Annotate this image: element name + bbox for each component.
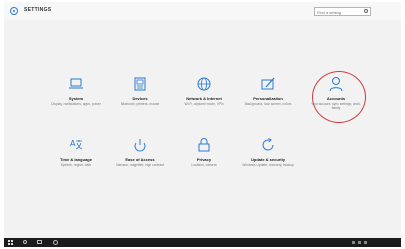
search-input[interactable] [317, 9, 365, 15]
tile-description: Speech, region, date [60, 163, 92, 167]
personalization-icon [261, 77, 275, 90]
network-icon[interactable] [352, 241, 355, 244]
update-icon [262, 138, 274, 151]
title-bar: SETTINGS [4, 2, 401, 20]
person-icon [329, 77, 343, 92]
tile-personalization[interactable]: Personalization Background, lock screen,… [242, 76, 294, 106]
tile-label: Privacy [196, 157, 212, 162]
tile-label: Network & Internet [186, 96, 222, 101]
tile-network-internet[interactable]: Network & Internet Wi-Fi, airplane mode,… [178, 76, 230, 106]
tile-description: Bluetooth, printers, mouse [120, 102, 160, 106]
tile-label: System [68, 96, 84, 101]
tile-description: Windows Update, recovery, backup [242, 163, 294, 167]
gear-icon[interactable] [53, 240, 58, 245]
tile-ease-of-access[interactable]: Ease of Access Narrator, magnifier, high… [114, 137, 166, 167]
svg-text:A: A [70, 139, 76, 148]
tile-label: Update & security [250, 157, 285, 162]
windows-start-icon[interactable] [8, 240, 13, 245]
volume-icon[interactable] [358, 241, 361, 244]
tile-system[interactable]: System Display, notifications, apps, pow… [50, 76, 102, 106]
tile-description: Location, camera [191, 163, 217, 167]
globe-icon [197, 77, 211, 91]
search-icon[interactable] [364, 9, 368, 13]
search-box[interactable] [314, 7, 371, 16]
tile-label: Ease of Access [125, 157, 155, 162]
gear-icon [10, 7, 18, 15]
devices-icon [134, 77, 146, 91]
tile-privacy[interactable]: Privacy Location, camera [178, 137, 230, 167]
tile-description: Display, notifications, apps, power [51, 102, 101, 106]
task-view-icon[interactable] [37, 240, 42, 244]
tile-accounts[interactable]: Accounts Your account, sync settings, wo… [310, 76, 362, 110]
time-language-icon: A [70, 139, 83, 150]
system-tray[interactable] [352, 241, 374, 244]
app-title: SETTINGS [24, 7, 52, 13]
notification-icon[interactable] [364, 241, 367, 244]
tile-label: Accounts [326, 96, 346, 101]
taskbar [4, 238, 401, 247]
tile-update-security[interactable]: Update & security Windows Update, recove… [242, 137, 294, 167]
search-icon[interactable] [23, 240, 27, 244]
tile-time-language[interactable]: A Time & language Speech, region, date [50, 137, 102, 167]
tile-description: Narrator, magnifier, high contrast [116, 163, 164, 167]
tile-label: Devices [132, 96, 148, 101]
tile-label: Time & language [60, 157, 92, 162]
tile-description: Wi-Fi, airplane mode, VPN [184, 102, 224, 106]
settings-window: SETTINGS System Display, notifications, … [4, 2, 401, 246]
tile-description: Your account, sync settings, work, famil… [311, 102, 361, 111]
laptop-icon [69, 78, 83, 89]
lock-icon [198, 138, 210, 152]
tile-description: Background, lock screen, colors [244, 102, 292, 106]
tile-devices[interactable]: Devices Bluetooth, printers, mouse [114, 76, 166, 106]
ease-of-access-icon [134, 139, 146, 152]
tile-label: Personalization [253, 96, 283, 101]
